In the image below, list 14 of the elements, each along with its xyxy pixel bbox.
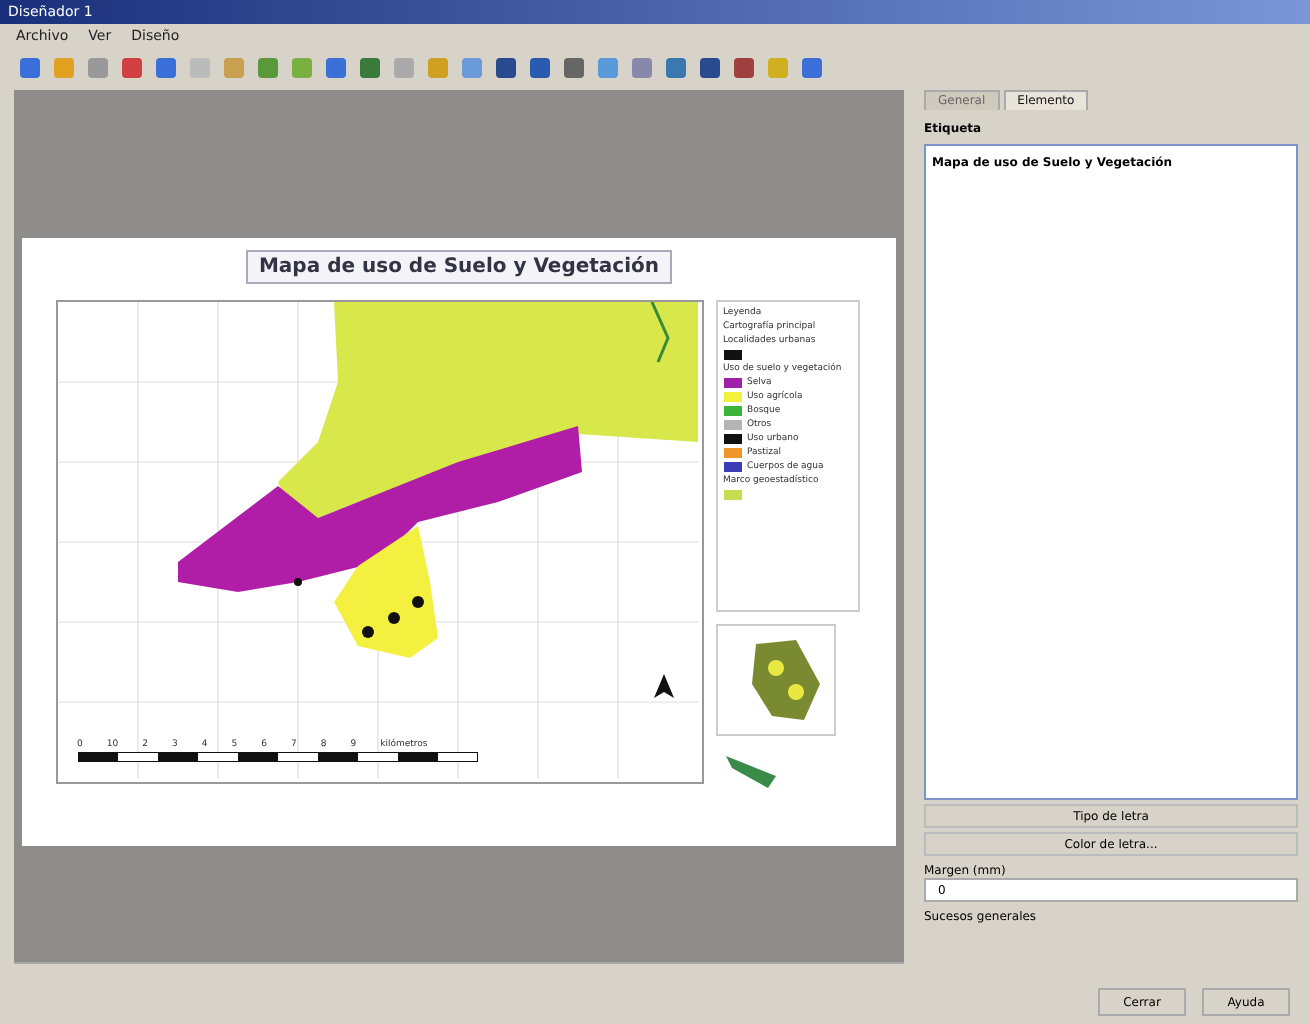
toolbar-icon[interactable] bbox=[798, 54, 826, 82]
toolbar-icon[interactable] bbox=[356, 54, 384, 82]
toolbar-icon[interactable] bbox=[526, 54, 554, 82]
inset-map-drawing bbox=[715, 624, 835, 736]
toolbar-icon[interactable] bbox=[662, 54, 690, 82]
toolbar-icon[interactable] bbox=[16, 54, 44, 82]
map-title[interactable]: Mapa de uso de Suelo y Vegetación bbox=[246, 250, 672, 284]
toolbar-icon[interactable] bbox=[118, 54, 146, 82]
toolbar-icon[interactable] bbox=[730, 54, 758, 82]
toolbar-icon[interactable] bbox=[696, 54, 724, 82]
toolbar-icon[interactable] bbox=[560, 54, 588, 82]
toolbar-icon[interactable] bbox=[152, 54, 180, 82]
toolbar-icon[interactable] bbox=[492, 54, 520, 82]
toolbar-icon[interactable] bbox=[322, 54, 350, 82]
